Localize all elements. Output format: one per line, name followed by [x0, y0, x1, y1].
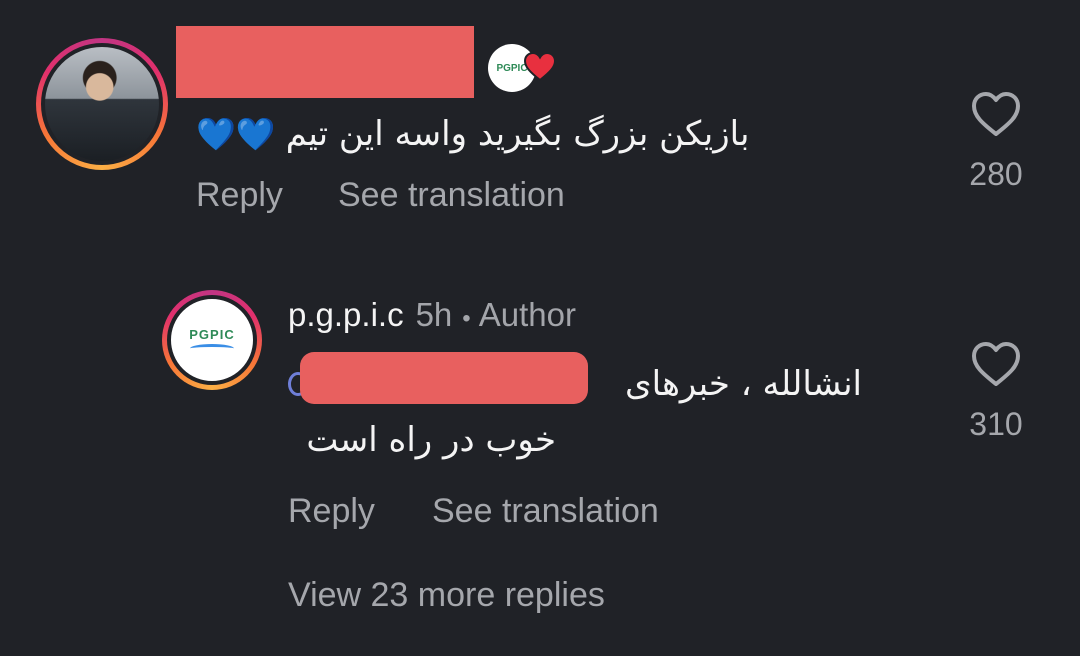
view-more-replies-button[interactable]: View 23 more replies — [288, 576, 605, 615]
separator-dot: • — [462, 305, 471, 332]
brand-badge-text: PGPIC — [496, 62, 528, 74]
see-translation-button[interactable]: See translation — [338, 176, 565, 215]
avatar-photo — [41, 43, 163, 165]
comment-text: بازیکن بزرگ بگیرید واسه این تیم — [285, 114, 750, 154]
see-translation-button[interactable]: See translation — [432, 492, 659, 531]
reply-text-line2: خوب در راه است — [306, 420, 556, 460]
like-heart-icon[interactable] — [970, 90, 1022, 138]
reply-button[interactable]: Reply — [288, 492, 375, 531]
reply-text-line1: انشالله ، خبرهای — [625, 364, 862, 404]
blue-hearts-emoji: 💙💙 — [196, 116, 276, 152]
red-heart-icon — [523, 51, 557, 82]
like-count: 310 — [969, 406, 1023, 442]
author-badge: Author — [478, 296, 576, 333]
logo-text: PGPIC — [189, 327, 235, 342]
author-avatar[interactable]: PGPIC — [162, 290, 262, 390]
pgpic-logo: PGPIC — [167, 295, 257, 385]
redacted-username — [176, 26, 474, 98]
like-heart-icon[interactable] — [970, 340, 1022, 388]
like-count: 280 — [969, 156, 1023, 192]
reply-button[interactable]: Reply — [196, 176, 283, 215]
commenter-avatar[interactable] — [36, 38, 168, 170]
author-username[interactable]: p.g.p.i.c — [288, 296, 404, 334]
redacted-mention — [300, 352, 588, 404]
logo-swoosh-icon — [190, 344, 234, 353]
comment-time: 5h — [415, 296, 453, 333]
